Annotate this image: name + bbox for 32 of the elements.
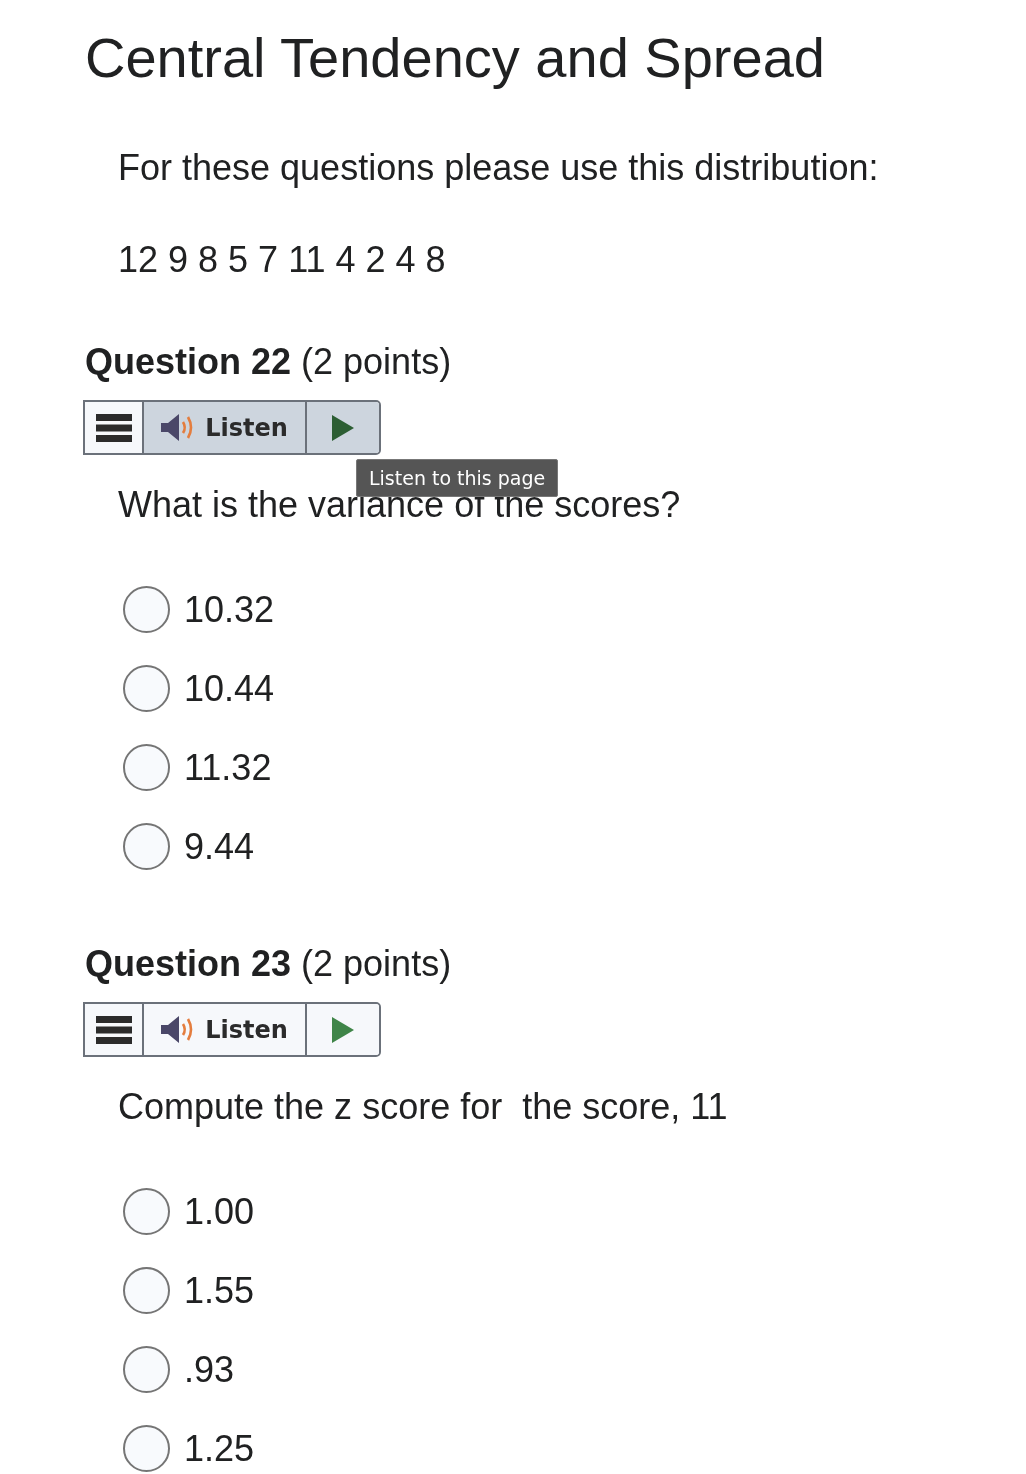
- radio-button[interactable]: [123, 586, 170, 633]
- radio-button[interactable]: [123, 744, 170, 791]
- listen-button[interactable]: Listen: [142, 402, 305, 453]
- question-heading: Question 23 (2 points): [85, 942, 453, 986]
- radio-button[interactable]: [123, 1188, 170, 1235]
- radio-button[interactable]: [123, 1346, 170, 1393]
- radio-button[interactable]: [123, 665, 170, 712]
- listen-button[interactable]: Listen: [142, 1004, 305, 1055]
- menu-button[interactable]: [85, 402, 142, 453]
- radio-button[interactable]: [123, 1425, 170, 1472]
- question-heading: Question 22 (2 points): [85, 340, 453, 384]
- radio-button[interactable]: [123, 823, 170, 870]
- menu-icon: [95, 413, 132, 442]
- answer-option[interactable]: 10.32: [184, 587, 275, 632]
- instructions-text: For these questions please use this distribution:: [118, 146, 880, 190]
- play-button[interactable]: [305, 402, 379, 453]
- menu-button[interactable]: [85, 1004, 142, 1055]
- menu-icon: [95, 1015, 132, 1044]
- page-title: Central Tendency and Spread: [85, 25, 826, 91]
- play-button[interactable]: [305, 1004, 379, 1055]
- answer-option[interactable]: .93: [184, 1347, 235, 1392]
- radio-button[interactable]: [123, 1267, 170, 1314]
- answer-option[interactable]: 10.44: [184, 666, 275, 711]
- answer-option[interactable]: 1.55: [184, 1268, 255, 1313]
- play-icon: [332, 414, 354, 441]
- answer-option[interactable]: 9.44: [184, 824, 255, 869]
- answer-option[interactable]: 1.00: [184, 1189, 255, 1234]
- answer-option[interactable]: 1.25: [184, 1426, 255, 1471]
- question-text: Compute the z score for the score, 11: [118, 1085, 729, 1129]
- answer-option[interactable]: 11.32: [184, 745, 272, 790]
- distribution-values: 12 9 8 5 7 11 4 2 4 8: [118, 238, 447, 282]
- play-icon: [332, 1016, 354, 1043]
